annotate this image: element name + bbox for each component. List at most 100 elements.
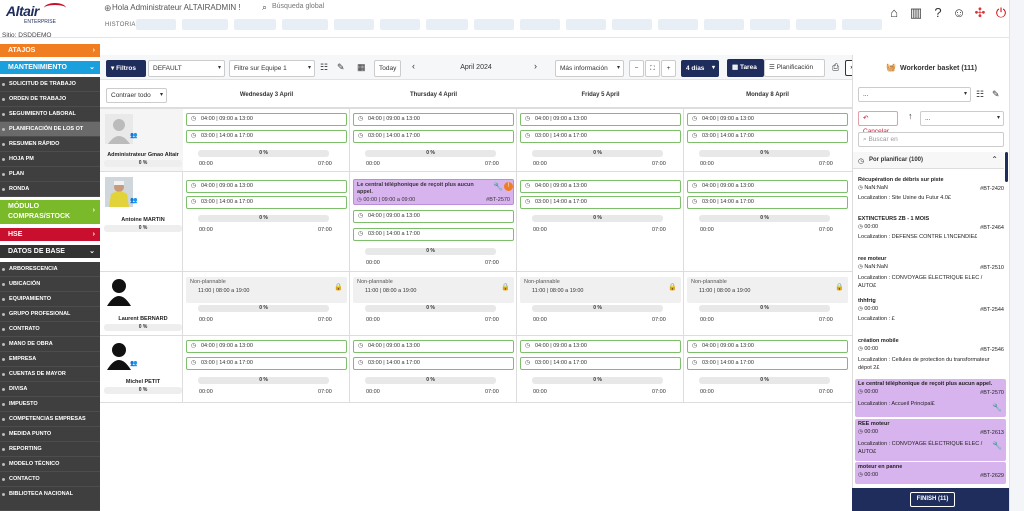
time-slot[interactable]: ◷ 04:00 | 09:00 a 13:00 <box>186 340 347 353</box>
collapse-all-select[interactable]: Contraer todo ▾ <box>106 88 167 103</box>
cancel-button[interactable]: ↶ Cancelar <box>858 111 898 135</box>
history-chip[interactable] <box>612 19 652 30</box>
days-range-select[interactable]: 4 días ▾ <box>681 60 719 77</box>
edit-icon[interactable]: ✎ <box>337 62 345 73</box>
time-slot[interactable]: ◷ 04:00 | 09:00 a 13:00 <box>353 340 514 353</box>
sidebar-item[interactable]: DIVISA <box>0 382 100 397</box>
day-cell[interactable]: ◷ 04:00 | 09:00 a 13:00 ◷ 03:00 | 14:00 a … <box>183 172 350 271</box>
user-settings-icon[interactable]: ☺ <box>951 5 967 21</box>
sidebar-item[interactable]: REPORTING <box>0 442 100 457</box>
workorder-item-assigned[interactable]: REE moteur ◷ 00:00 #BT-2613 Localization… <box>855 419 1006 461</box>
history-chip[interactable] <box>334 19 374 30</box>
time-slot[interactable]: ◷ 04:00 | 09:00 a 13:00 <box>353 113 514 126</box>
sidebar-item[interactable]: HOJA PM <box>0 152 100 167</box>
history-chip[interactable] <box>474 19 514 30</box>
time-slot[interactable]: ◷ 04:00 | 09:00 a 13:00 <box>353 210 514 223</box>
time-slot[interactable]: ◷ 03:00 | 14:00 a 17:00 <box>353 228 514 241</box>
day-cell[interactable]: ◷ 04:00 | 09:00 a 13:00 ◷ 03:00 | 14:00 a … <box>517 109 684 171</box>
time-slot[interactable]: ◷ 04:00 | 09:00 a 13:00 <box>520 340 681 353</box>
planning-view-button[interactable]: ☰ Planificación <box>764 59 825 77</box>
time-slot[interactable]: ◷ 03:00 | 14:00 a 17:00 <box>186 357 347 370</box>
apps-icon[interactable]: ✣ <box>972 5 988 21</box>
history-chip[interactable] <box>380 19 420 30</box>
time-slot[interactable]: ◷ 03:00 | 14:00 a 17:00 <box>687 130 848 143</box>
day-cell[interactable]: Non-plannable 11:00 | 08:00 a 19:00 🔒 0 % … <box>350 272 517 335</box>
history-chip[interactable] <box>520 19 560 30</box>
work-order-card[interactable]: Le central téléphonique de reçoit plus a… <box>353 179 514 205</box>
sidebar-item[interactable]: MANO DE OBRA <box>0 337 100 352</box>
history-chip[interactable] <box>750 19 790 30</box>
section-mantenimiento[interactable]: MANTENIMIENTO ⌄ <box>0 61 100 74</box>
default-view-select[interactable]: DEFAULT ▾ <box>148 60 225 77</box>
workorder-item[interactable]: création mobile ◷ 00:00 #BT-2546 Localiz… <box>855 338 1006 378</box>
sidebar-item-active[interactable]: PLANIFICACIÓN DE LOS OT <box>0 122 100 137</box>
add-user-icon[interactable]: 👥 <box>130 132 137 139</box>
sidebar-item[interactable]: EQUIPAMIENTO <box>0 292 100 307</box>
today-button[interactable]: Today <box>374 60 402 77</box>
history-chip[interactable] <box>182 19 228 30</box>
add-circle-icon[interactable]: ⊕ <box>104 3 112 14</box>
time-slot[interactable]: ◷ 03:00 | 14:00 a 17:00 <box>520 357 681 370</box>
day-cell[interactable]: Non-plannable 11:00 | 08:00 a 19:00 🔒 0 % … <box>517 272 684 335</box>
day-cell[interactable]: ◷ 04:00 | 09:00 a 13:00 ◷ 03:00 | 14:00 a … <box>684 109 851 171</box>
history-chip[interactable] <box>426 19 468 30</box>
next-arrow-icon[interactable]: › <box>534 61 537 71</box>
day-cell[interactable]: ◷ 04:00 | 09:00 a 13:00 ◷ 03:00 | 14:00 a … <box>350 336 517 402</box>
sidebar-item[interactable]: ARBORESCENCIA <box>0 262 100 277</box>
sidebar-item[interactable]: CONTRATO <box>0 322 100 337</box>
history-chip[interactable] <box>704 19 744 30</box>
history-chip[interactable] <box>842 19 882 30</box>
sidebar-item[interactable]: RONDA <box>0 182 100 197</box>
sidebar-item[interactable]: GRUPO PROFESIONAL <box>0 307 100 322</box>
time-slot[interactable]: ◷ 03:00 | 14:00 a 17:00 <box>353 130 514 143</box>
sidebar-item[interactable]: CONTACTO <box>0 472 100 487</box>
team-filter-select[interactable]: Filtre sur Equipe 1 ▾ <box>229 60 315 77</box>
sidebar-item[interactable]: BIBLIOTECA NACIONAL <box>0 487 100 511</box>
history-chip[interactable] <box>282 19 328 30</box>
basket-select[interactable]: ... ▾ <box>858 87 971 102</box>
day-cell[interactable]: Non-plannable 11:00 | 08:00 a 19:00 🔒 0 % … <box>684 272 851 335</box>
zoom-out-button[interactable]: − <box>629 60 644 77</box>
time-slot[interactable]: ◷ 04:00 | 09:00 a 13:00 <box>687 340 848 353</box>
time-slot[interactable]: ◷ 03:00 | 14:00 a 17:00 <box>520 196 681 209</box>
workorder-item[interactable]: thhfrtg ◷ 00:00 #BT-2544 Localization : … <box>855 298 1006 330</box>
calendar-icon[interactable]: ▦ <box>357 62 366 73</box>
history-chip[interactable] <box>234 19 276 30</box>
workorder-item-assigned[interactable]: moteur en panne ◷ 00:00 #BT-2629 <box>855 462 1006 484</box>
sidebar-item[interactable]: PLAN <box>0 167 100 182</box>
sidebar-item[interactable]: ORDEN DE TRABAJO <box>0 92 100 107</box>
section-datos[interactable]: DATOS DE BASE ⌄ <box>0 245 100 258</box>
sidebar-item[interactable]: SEGUIMIENTO LABORAL <box>0 107 100 122</box>
power-icon[interactable]: ⏻ <box>993 5 1009 21</box>
time-slot[interactable]: ◷ 03:00 | 14:00 a 17:00 <box>687 357 848 370</box>
factory-icon[interactable]: ⌂ <box>886 5 902 21</box>
day-cell[interactable]: ◷ 04:00 | 09:00 a 13:00 ◷ 03:00 | 14:00 a … <box>517 336 684 402</box>
section-compras[interactable]: MÓDULO COMPRAS/STOCK › <box>0 200 100 224</box>
workorder-item[interactable]: ree moteur ◷ NaN:NaN #BT-2510 Localizati… <box>855 256 1006 296</box>
fit-icon[interactable]: ⛶ <box>645 60 660 77</box>
sidebar-item[interactable]: SOLICITUD DE TRABAJO <box>0 77 100 92</box>
more-info-select[interactable]: Más información ▾ <box>555 60 624 77</box>
section-hse[interactable]: HSE › <box>0 228 100 241</box>
history-chip[interactable] <box>658 19 698 30</box>
sort-select[interactable]: ... ▾ <box>920 111 1004 126</box>
sidebar-item[interactable]: MODELO TÉCNICO <box>0 457 100 472</box>
time-slot[interactable]: ◷ 04:00 | 09:00 a 13:00 <box>186 180 347 193</box>
filters-button[interactable]: ▾ Filtros <box>106 60 146 77</box>
zoom-in-button[interactable]: + <box>661 60 676 77</box>
help-icon[interactable]: ? <box>930 5 946 21</box>
time-slot[interactable]: ◷ 04:00 | 09:00 a 13:00 <box>687 180 848 193</box>
day-cell[interactable]: ◷ 04:00 | 09:00 a 13:00 ◷ 03:00 | 14:00 a … <box>517 172 684 271</box>
time-slot[interactable]: ◷ 04:00 | 09:00 a 13:00 <box>520 113 681 126</box>
workorder-item[interactable]: EXTINCTEURS ZB - 1 MOIS ◷ 00:00 #BT-2464… <box>855 216 1006 248</box>
day-cell[interactable]: ◷ 04:00 | 09:00 a 13:00 ◷ 03:00 | 14:00 a … <box>684 172 851 271</box>
workorder-item[interactable]: Récupération de débris sur piste ◷ NaN:N… <box>855 177 1006 209</box>
workorder-item-assigned[interactable]: Le central téléphonique de reçoit plus a… <box>855 379 1006 417</box>
sidebar-item[interactable]: RESUMEN RÁPIDO <box>0 137 100 152</box>
history-chip[interactable] <box>136 19 176 30</box>
sidebar-item[interactable]: COMPETENCIAS EMPRESAS <box>0 412 100 427</box>
history-chip[interactable] <box>566 19 606 30</box>
time-slot[interactable]: ◷ 04:00 | 09:00 a 13:00 <box>186 113 347 126</box>
altair-logo[interactable]: Altair ENTERPRISE <box>6 3 66 29</box>
group-header[interactable]: ◷ Por planificar (100) ⌃ <box>853 152 1004 169</box>
